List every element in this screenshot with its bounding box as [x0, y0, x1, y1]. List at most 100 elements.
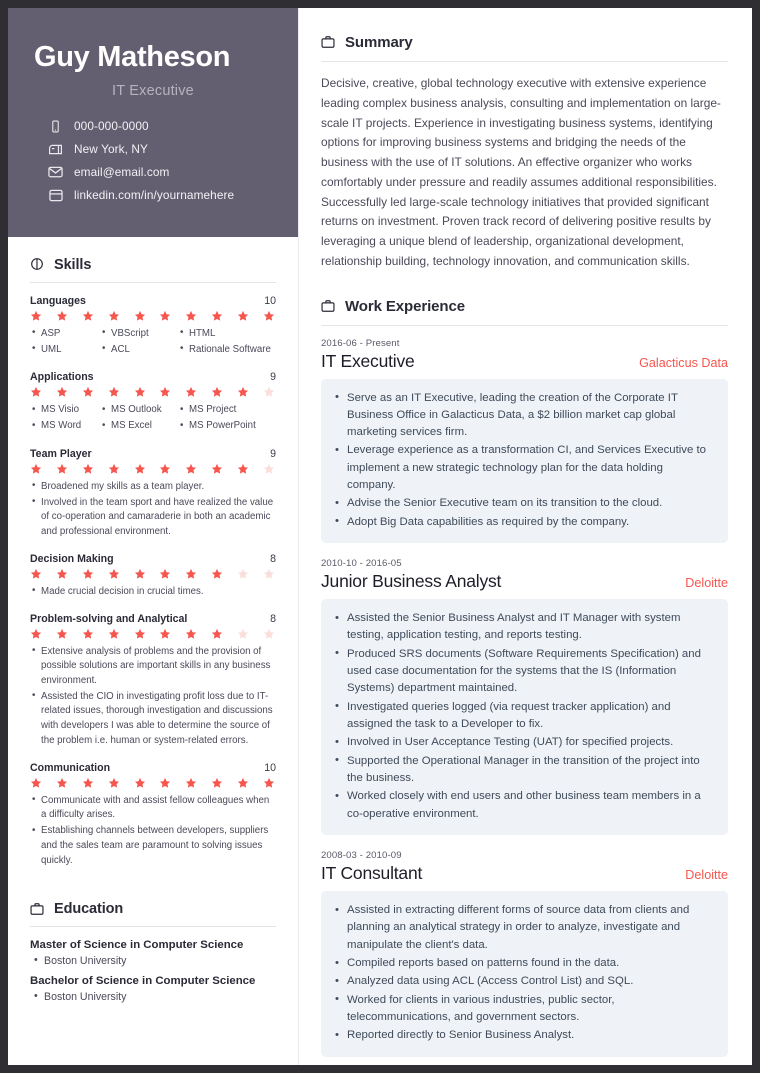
work-experience-section-title: Work Experience — [345, 297, 465, 315]
star-icon — [185, 463, 197, 475]
skill-header: Applications 9 — [30, 371, 276, 383]
star-icon — [211, 777, 223, 789]
job-bullet: Supported the Operational Manager in the… — [331, 752, 714, 788]
job-role: Junior Business Analyst — [321, 571, 502, 592]
star-icon — [237, 568, 249, 580]
skill-score: 8 — [270, 552, 276, 565]
briefcase-icon — [321, 299, 336, 314]
star-icon — [134, 777, 146, 789]
job-entry: 2010-10 - 2016-05 Junior Business Analyst… — [321, 558, 728, 836]
job-bullet: Worked closely with end users and other … — [331, 788, 714, 823]
resume-page: Guy Matheson IT Executive 000-000-0000 N… — [8, 8, 752, 1065]
education-degree: Master of Science in Computer Science — [30, 939, 244, 952]
contact-phone-text: 000-000-0000 — [74, 119, 149, 134]
skill-bullet: Establishing channels between developers… — [30, 824, 276, 868]
skill-bullet-list: Extensive analysis of problems and the p… — [30, 644, 276, 749]
skill-bullet: UML — [30, 342, 96, 358]
star-icon — [108, 777, 120, 789]
skill-score: 10 — [264, 761, 276, 774]
star-icon — [211, 463, 223, 475]
summary-section-divider — [321, 61, 728, 62]
job-bullet: Compiled reports based on patterns found… — [331, 955, 714, 973]
star-icon — [134, 568, 146, 580]
job-role: IT Consultant — [321, 863, 423, 884]
education-list: Master of Science in Computer Science Bos… — [30, 939, 276, 1003]
star-icon — [108, 628, 120, 640]
job-bullet: Serve as an IT Executive, leading the cr… — [331, 389, 714, 442]
contact-list: 000-000-0000 New York, NY email@email.co… — [34, 119, 272, 203]
job-bullet: Investigated queries logged (via request… — [331, 698, 714, 734]
star-icon — [108, 386, 120, 398]
star-icon — [30, 386, 42, 398]
job-bullet: Reported directly to Senior Business Ana… — [331, 1027, 714, 1045]
summary-section-header: Summary — [321, 8, 728, 61]
skill-rating-stars — [30, 386, 276, 398]
star-icon — [56, 628, 68, 640]
star-icon — [159, 777, 171, 789]
star-icon — [263, 386, 275, 398]
skill-item: Decision Making 8 Made crucial decision in… — [30, 553, 276, 600]
skill-score: 9 — [270, 447, 276, 460]
education-degree: Bachelor of Science in Computer Science — [30, 975, 256, 988]
contact-phone[interactable]: 000-000-0000 — [48, 119, 272, 134]
star-icon — [56, 568, 68, 580]
education-section-divider — [30, 926, 276, 928]
skill-item: Problem-solving and Analytical 8 Extensive… — [30, 613, 276, 749]
star-icon — [134, 628, 146, 640]
skill-bullet: MS Outlook — [100, 403, 174, 418]
job-entry: 2008-03 - 2010-09IT Consultant Deloitte As… — [321, 850, 728, 1057]
full-name: Guy Matheson — [34, 41, 231, 73]
education-school: Boston University — [30, 954, 276, 967]
sidebar: Guy Matheson IT Executive 000-000-0000 N… — [8, 8, 298, 1065]
star-icon — [30, 777, 42, 789]
star-icon — [159, 310, 171, 322]
star-icon — [56, 386, 68, 398]
skill-header: Problem-solving and Analytical 8 — [30, 613, 276, 625]
star-icon — [263, 463, 275, 475]
contact-location[interactable]: New York, NY — [48, 142, 272, 157]
identity-header: Guy Matheson IT Executive 000-000-0000 N… — [8, 8, 298, 237]
summary-section-title: Summary — [345, 34, 413, 51]
star-icon — [237, 310, 249, 322]
star-icon — [56, 777, 68, 789]
job-company: Galacticus Data — [639, 355, 728, 370]
skill-name: Decision Making — [30, 552, 114, 565]
job-bullet-list: Serve as an IT Executive, leading the cr… — [331, 389, 714, 532]
star-icon — [159, 463, 171, 475]
skill-bullet: Involved in the team sport and have real… — [30, 495, 276, 540]
job-bullet: Leverage experience as a transformation … — [331, 442, 714, 494]
contact-linkedin-text: linkedin.com/in/yournamehere — [74, 188, 235, 203]
skill-item: Communication 10 Communicate with and assi… — [30, 762, 276, 869]
education-section-header: Education — [30, 881, 276, 926]
briefcase-icon — [30, 902, 45, 917]
skill-bullet: Assisted the CIO in investigating profit… — [30, 689, 276, 749]
education-section: Education Master of Science in Computer … — [8, 881, 298, 1011]
skill-score: 9 — [270, 371, 276, 384]
skill-bullet: MS Project — [178, 403, 276, 418]
star-icon — [159, 568, 171, 580]
job-bullet: Involved in User Acceptance Testing (UAT… — [331, 734, 714, 752]
skill-name: Languages — [30, 294, 86, 307]
skill-bullet-list: Broadened my skills as a team player.Inv… — [30, 479, 276, 540]
job-details-panel: Serve as an IT Executive, leading the cr… — [321, 378, 728, 544]
skill-score: 10 — [264, 294, 276, 307]
job-bullet: Produced SRS documents (Software Require… — [331, 645, 714, 698]
jobs-list: 2016-06 - Present IT Executive Galacticus … — [321, 338, 728, 1057]
skill-bullet-list: Communicate with and assist fellow colle… — [30, 793, 276, 869]
star-icon — [185, 386, 197, 398]
skill-bullet: MS Visio — [30, 403, 96, 418]
skill-header: Communication 10 — [30, 762, 276, 774]
skill-rating-stars — [30, 568, 276, 580]
star-icon — [237, 386, 249, 398]
work-experience-section: Work Experience 2016-06 - Present IT Exec… — [321, 272, 728, 1057]
briefcase-icon — [321, 35, 336, 50]
job-bullet: Assisted the Senior Business Analyst and… — [331, 610, 714, 645]
skill-item: Languages 10 ASPVBScriptHTML UMLACLRational… — [30, 295, 276, 358]
job-date: 2010-10 - 2016-05 — [321, 558, 402, 570]
job-header: IT Consultant Deloitte — [321, 863, 728, 884]
contact-email[interactable]: email@email.com — [48, 165, 272, 180]
education-school-list: Boston University — [30, 990, 276, 1003]
contact-linkedin[interactable]: linkedin.com/in/yournamehere — [48, 188, 272, 203]
skill-bullet: ACL — [100, 342, 174, 358]
skill-bullet: HTML — [178, 326, 276, 342]
